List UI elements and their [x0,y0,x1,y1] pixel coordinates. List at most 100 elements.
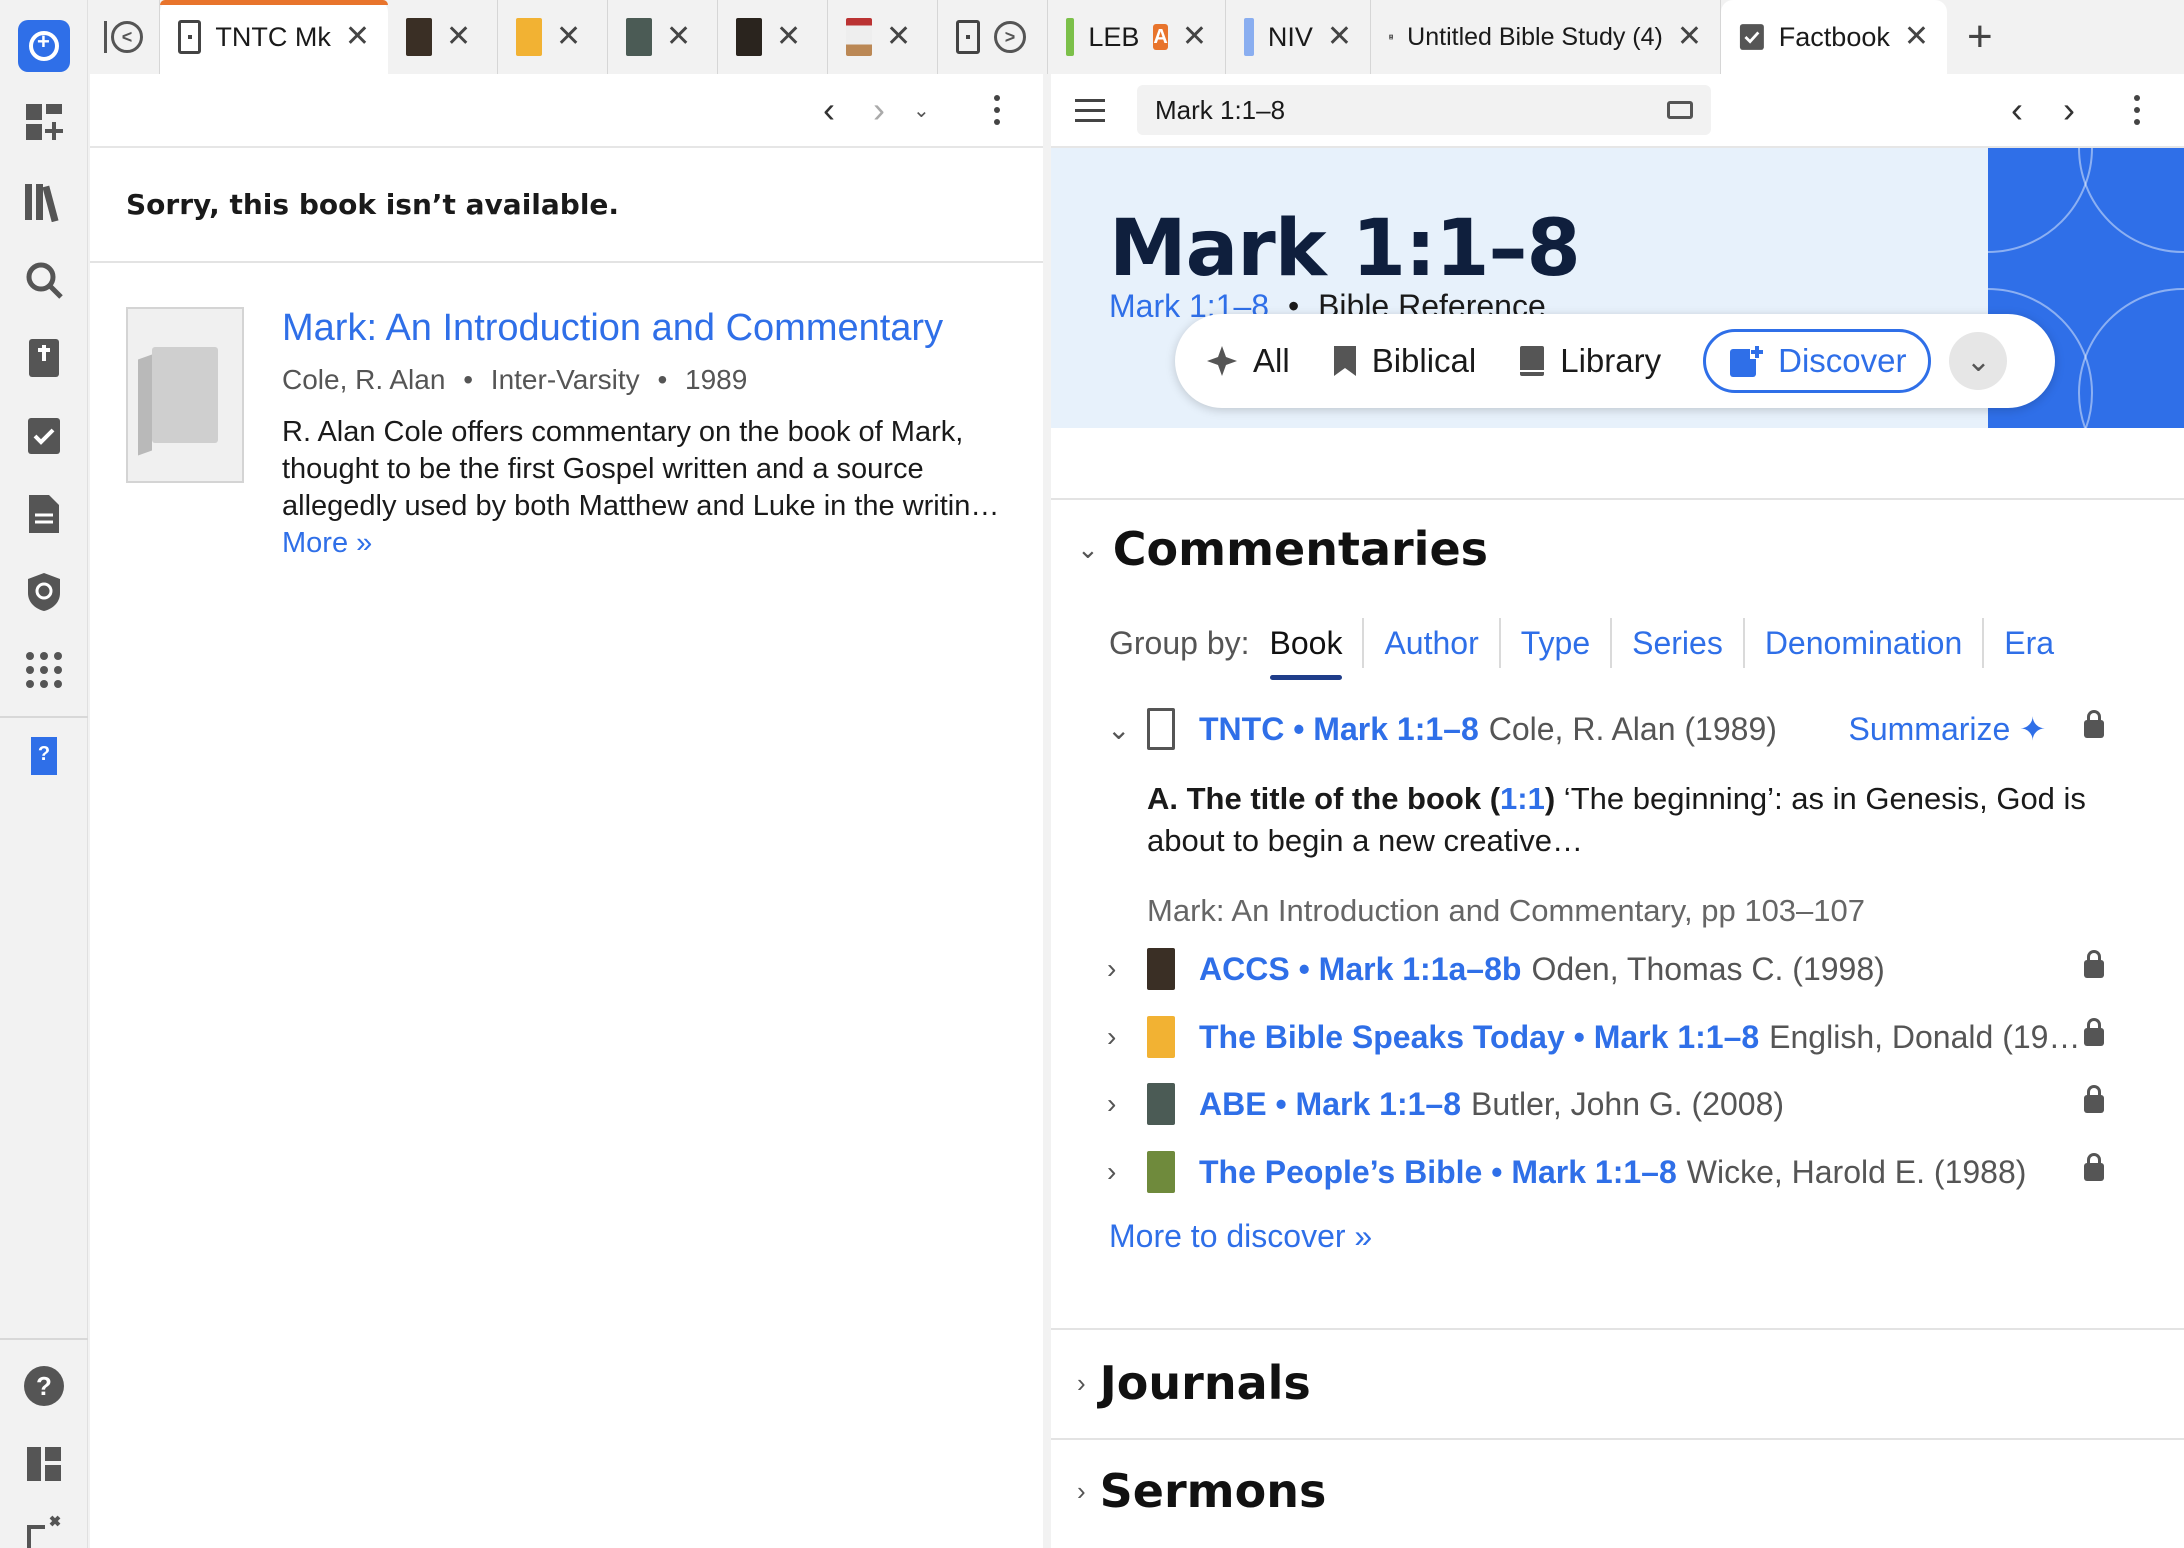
panel-menu-icon[interactable] [994,95,1000,125]
section-journals-header[interactable]: › Journals [1051,1356,1311,1410]
tab-badge: A [1153,24,1168,50]
close-tab-icon[interactable]: ✕ [1904,22,1929,52]
library-icon[interactable] [22,180,66,224]
close-tab-icon[interactable]: ✕ [1677,22,1702,52]
commentary-title-link[interactable]: The People’s Bible • Mark 1:1–8 [1199,1154,1677,1191]
tab-tntc-mk[interactable]: TNTC Mk ✕ [160,0,388,74]
filter-segmented-control: All Biblical Library Discover ⌄ [1175,314,2055,408]
excerpt-source[interactable]: Mark: An Introduction and Commentary, pp… [1147,890,2124,932]
tab-history-button[interactable]: < [88,0,160,74]
help-icon[interactable]: ? [22,1364,66,1408]
left-panel-toolbar: ‹ › ⌄ [90,74,1043,148]
new-tab-button[interactable]: + [1947,0,2013,74]
group-by-denomination[interactable]: Denomination [1745,618,1985,668]
commentary-title-link[interactable]: TNTC • Mark 1:1–8 [1199,711,1479,748]
group-by-book[interactable]: Book [1269,618,1365,680]
filter-all[interactable]: All [1205,342,1290,380]
excerpt-ref-link[interactable]: 1:1 [1500,781,1545,816]
chevron-right-icon[interactable]: › [1107,1021,1147,1053]
close-tab-icon[interactable]: ✕ [1182,22,1207,52]
forward-icon[interactable]: › [2063,89,2075,131]
back-icon[interactable]: ‹ [823,89,835,131]
commentary-author: Butler, John G. (2008) [1470,1085,1785,1122]
book-title-link[interactable]: Mark: An Introduction and Commentary [282,307,1007,350]
close-tab-icon[interactable]: ✕ [776,22,801,52]
filter-discover[interactable]: Discover [1703,329,1932,393]
section-commentaries-header[interactable]: ⌄ Commentaries [1051,522,1488,576]
dashboard-icon[interactable] [22,100,66,144]
back-icon[interactable]: ‹ [2011,89,2023,131]
tab-bible-study[interactable]: Untitled Bible Study (4) ✕ [1371,0,1721,74]
filter-library[interactable]: Library [1518,342,1661,380]
factbook-icon [1739,24,1764,50]
chevron-right-icon[interactable]: › [1107,953,1147,985]
close-tab-icon[interactable]: ✕ [886,22,911,52]
divider [1051,498,2184,500]
close-tab-icon[interactable]: ✕ [666,22,691,52]
commentary-row[interactable]: › The Bible Speaks Today • Mark 1:1–8 En… [1107,1012,2144,1062]
tab-dark-book[interactable]: ✕ [718,0,828,74]
commentary-row[interactable]: ⌄ TNTC • Mark 1:1–8 Cole, R. Alan (1989)… [1107,704,2144,754]
group-by-label: Group by: [1109,624,1250,661]
forward-icon[interactable]: › [873,89,885,131]
apps-grid-icon[interactable] [22,648,66,692]
tasks-icon[interactable] [22,414,66,458]
document-icon[interactable] [22,492,66,536]
bible-icon[interactable] [22,336,66,380]
tab-bst[interactable]: ✕ [498,0,608,74]
layouts-icon[interactable] [22,1442,66,1486]
filter-biblical[interactable]: Biblical [1332,342,1477,380]
history-dropdown-icon[interactable]: ⌄ [913,98,930,123]
summarize-button[interactable]: Summarize ✦ [1848,710,2046,748]
panel-menu-icon[interactable] [2134,95,2140,125]
commentary-title-link[interactable]: ABE • Mark 1:1–8 [1199,1086,1461,1123]
chevron-down-icon[interactable]: ⌄ [1107,713,1147,746]
lock-icon [2084,1018,2104,1046]
group-by-author[interactable]: Author [1364,618,1501,668]
chevron-right-icon[interactable]: › [1107,1088,1147,1120]
close-tab-icon[interactable]: ✕ [345,22,370,52]
commentary-author: Cole, R. Alan (1989) [1488,710,1777,747]
tab-red-book[interactable]: ✕ [828,0,938,74]
group-by-series[interactable]: Series [1612,618,1745,668]
tab-label: Factbook [1778,21,1890,52]
filter-library-label: Library [1560,342,1662,379]
tab-niv[interactable]: NIV ✕ [1226,0,1371,74]
chevron-right-icon: › [1077,1367,1086,1398]
close-tab-icon[interactable]: ✕ [556,22,581,52]
search-icon[interactable] [22,258,66,302]
commentary-row[interactable]: › ACCS • Mark 1:1a–8b Oden, Thomas C. (1… [1107,944,2144,994]
chevron-right-icon: › [1077,1475,1086,1506]
section-sermons-header[interactable]: › Sermons [1051,1464,1326,1518]
chevron-right-icon[interactable]: › [1107,1156,1147,1188]
close-tab-icon[interactable]: ✕ [1327,22,1352,52]
reference-input[interactable]: Mark 1:1–8 [1137,85,1711,135]
filter-biblical-label: Biblical [1371,342,1477,379]
commentary-row[interactable]: › ABE • Mark 1:1–8 Butler, John G. (2008… [1107,1079,2144,1129]
help-book-icon[interactable]: ? [22,734,66,778]
group-by-era[interactable]: Era [1984,618,2074,668]
close-panels-icon[interactable] [22,1510,66,1548]
book-info: Mark: An Introduction and Commentary Col… [282,307,1007,562]
close-tab-icon[interactable]: ✕ [446,22,471,52]
lock-icon [2084,1153,2104,1181]
lens-shield-icon[interactable] [22,570,66,614]
tab-leb[interactable]: LEB A ✕ [1048,0,1226,74]
more-filters-chevron-icon[interactable]: ⌄ [1949,332,2008,390]
commentary-title-link[interactable]: The Bible Speaks Today • Mark 1:1–8 [1199,1019,1759,1056]
book-cover-thumb [1147,708,1175,750]
book-cover-thumb [1147,1151,1175,1193]
menu-icon[interactable] [1075,98,1105,122]
more-to-discover-link[interactable]: More to discover » [1109,1218,1372,1255]
logos-search-icon[interactable] [18,20,70,72]
scroll-tabs-right-icon[interactable]: > [994,21,1026,53]
group-by-type[interactable]: Type [1501,618,1613,668]
commentary-row[interactable]: › The People’s Bible • Mark 1:1–8 Wicke,… [1107,1147,2144,1197]
tab-abe[interactable]: ✕ [608,0,718,74]
tab-accs[interactable]: ✕ [388,0,498,74]
tab-more-books[interactable]: > [938,0,1048,74]
keyboard-icon[interactable] [1667,101,1693,119]
tab-factbook[interactable]: Factbook ✕ [1721,0,1947,74]
more-link[interactable]: More » [282,527,372,559]
commentary-title-link[interactable]: ACCS • Mark 1:1a–8b [1199,951,1521,988]
